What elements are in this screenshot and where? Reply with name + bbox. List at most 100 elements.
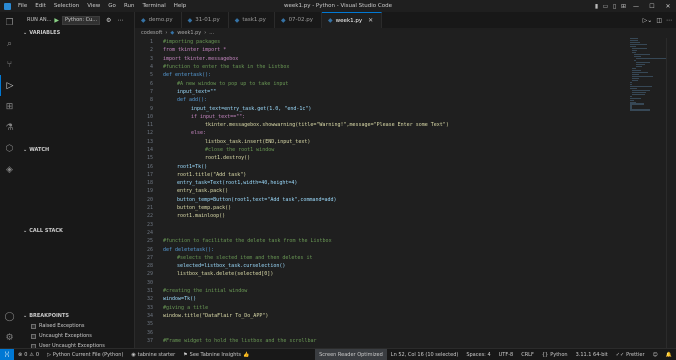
python-version[interactable]: 3.11.1 64-bit (572, 352, 612, 358)
tab-task1-py[interactable]: ◆ task1.py (228, 12, 275, 28)
more-actions-icon[interactable]: ⋯ (117, 17, 123, 24)
more-actions-icon[interactable]: ⋯ (666, 17, 672, 24)
variables-header[interactable]: ⌄ VARIABLES (19, 28, 135, 38)
code-line[interactable]: 32 window=Tk() (135, 295, 625, 303)
toggle-secondary-sidebar-icon[interactable]: ▯ (610, 0, 619, 12)
code-line[interactable]: 10 if input_text=="": (135, 113, 625, 121)
menu-item-view[interactable]: View (83, 0, 104, 12)
vertical-scrollbar[interactable] (666, 38, 676, 348)
menu-item-terminal[interactable]: Terminal (138, 0, 169, 12)
debug-config-status[interactable]: ▷ Python Current File (Python) (43, 352, 127, 358)
code-line[interactable]: 27 #selects the slected item and then del… (135, 254, 625, 262)
code-line[interactable]: 5 def entertask(): (135, 71, 625, 79)
tab-07-02-py[interactable]: ◆ 07-02.py (274, 12, 323, 28)
debug-config-select[interactable]: Python: Cu... (62, 15, 101, 25)
breakpoint-raised-exceptions[interactable]: Raised Exceptions (19, 321, 135, 331)
code-line[interactable]: 8 def add(): (135, 96, 625, 104)
search-icon[interactable]: ⌕ (0, 33, 19, 54)
code-line[interactable]: 24 (135, 229, 625, 237)
code-line[interactable]: 37 #Frame widget to hold the listbox and … (135, 337, 625, 345)
code-line[interactable]: 22 root1.mainloop() (135, 212, 625, 220)
code-editor[interactable]: 1 #importing packages 2 from tkinter import… (135, 38, 625, 348)
code-line[interactable]: 4 #function to enter the task in the List… (135, 63, 625, 71)
code-line[interactable]: 17 root1.title("Add task") (135, 171, 625, 179)
code-line[interactable]: 23 (135, 221, 625, 229)
code-line[interactable]: 7 input_text="" (135, 88, 625, 96)
breadcrumb-folder[interactable]: codesoft (141, 30, 162, 36)
code-line[interactable]: 20 button_temp=Button(root1,text="Add tas… (135, 196, 625, 204)
minimap[interactable] (630, 38, 669, 111)
encoding-status[interactable]: UTF-8 (495, 352, 518, 358)
watch-header[interactable]: ⌄ WATCH (19, 145, 135, 155)
testing-icon[interactable]: ⚗ (0, 117, 19, 138)
code-line[interactable]: 21 button_temp.pack() (135, 204, 625, 212)
code-line[interactable]: 35 (135, 320, 625, 328)
code-line[interactable]: 26 def deletetask(): (135, 245, 625, 253)
tabnine-insights[interactable]: ⚑ See Tabnine Insights 👍 (179, 352, 253, 358)
toggle-primary-sidebar-icon[interactable]: ▮ (592, 0, 601, 12)
breakpoint-uncaught-exceptions[interactable]: Uncaught Exceptions (19, 331, 135, 341)
maximize-button[interactable]: ☐ (644, 0, 660, 12)
breakpoints-header[interactable]: ⌄ BREAKPOINTS (19, 311, 135, 321)
code-line[interactable]: 11 tkinter.messagebox.showwarning(title="… (135, 121, 625, 129)
screen-reader-status[interactable]: Screen Reader Optimized (315, 349, 387, 360)
toggle-panel-icon[interactable]: ▭ (601, 0, 610, 12)
menu-item-go[interactable]: Go (104, 0, 120, 12)
eol-status[interactable]: CRLF (517, 352, 538, 358)
code-line[interactable]: 6 #A new window to pop up to take input (135, 79, 625, 87)
code-line[interactable]: 33 #giving a title (135, 304, 625, 312)
code-line[interactable]: 30 (135, 279, 625, 287)
checkbox[interactable] (31, 333, 36, 339)
prettier-status[interactable]: ✓✓ Prettier (612, 352, 649, 358)
close-window-button[interactable]: ✕ (660, 0, 676, 12)
code-line[interactable]: 16 root1=Tk() (135, 162, 625, 170)
tab-31-01-py[interactable]: ◆ 31-01.py (181, 12, 229, 28)
remote-indicator-icon[interactable]: ⟩⟨ (0, 348, 14, 360)
notifications-bell-icon[interactable]: 🔔 (662, 352, 676, 358)
run-python-file-icon[interactable]: ▷⌄ (643, 17, 653, 24)
extensions-icon[interactable]: ⊞ (0, 96, 19, 117)
tab-demo-py[interactable]: ◆ demo.py (135, 12, 182, 28)
feedback-icon[interactable]: ☺ (649, 352, 662, 358)
menu-item-help[interactable]: Help (170, 0, 191, 12)
code-line[interactable]: 14 #close the root1 window (135, 146, 625, 154)
language-mode[interactable]: {} Python (538, 352, 572, 358)
tab-week1-py[interactable]: ◆ week1.py ✕ (322, 12, 383, 28)
account-icon[interactable]: ◯ (0, 306, 19, 327)
code-line[interactable]: 34 window.title("DataFlair To_Do_APP") (135, 312, 625, 320)
minimize-button[interactable]: — (628, 0, 644, 12)
breadcrumb-tail[interactable]: ... (209, 30, 214, 36)
split-editor-icon[interactable]: ◫ (656, 17, 662, 24)
code-line[interactable]: 29 listbox_task.delete(selected[0]) (135, 270, 625, 278)
call-stack-header[interactable]: ⌄ CALL STACK (19, 226, 135, 236)
tabnine-status[interactable]: ◉ tabnine starter (127, 352, 179, 358)
close-tab-icon[interactable]: ✕ (368, 17, 373, 24)
cursor-position[interactable]: Ln 52, Col 16 (10 selected) (387, 352, 463, 358)
start-debugging-icon[interactable]: ▶ (54, 17, 59, 24)
checkbox[interactable] (31, 323, 36, 329)
code-line[interactable]: 25 #function to facilitate the delete tas… (135, 237, 625, 245)
code-line[interactable]: 15 root1.destroy() (135, 154, 625, 162)
open-launch-json-icon[interactable]: ⚙ (106, 17, 111, 24)
code-line[interactable]: 1 #importing packages (135, 38, 625, 46)
code-line[interactable]: 31 #creating the initial window (135, 287, 625, 295)
code-line[interactable]: 28 selected=listbox_task.curselection() (135, 262, 625, 270)
code-line[interactable]: 3 import tkinter.messagebox (135, 55, 625, 63)
source-control-icon[interactable]: ⑂ (0, 54, 19, 75)
settings-gear-icon[interactable]: ⚙ (0, 327, 19, 348)
code-line[interactable]: 2 from tkinter import * (135, 46, 625, 54)
code-line[interactable]: 19 entry_task.pack() (135, 187, 625, 195)
code-line[interactable]: 18 entry_task=Text(root1,width=40,height=… (135, 179, 625, 187)
problems-indicator[interactable]: ⊗ 0 ⚠ 0 (14, 352, 43, 358)
menu-item-selection[interactable]: Selection (50, 0, 83, 12)
breadcrumb-file[interactable]: week1.py (177, 30, 201, 36)
code-line[interactable]: 9 input_text=entry_task.get(1.0, "end-1c"… (135, 104, 625, 112)
code-line[interactable]: 36 (135, 328, 625, 336)
indentation-status[interactable]: Spaces: 4 (462, 352, 494, 358)
run-debug-icon[interactable]: ▷ (0, 75, 19, 96)
explorer-icon[interactable]: ❐ (0, 12, 19, 33)
menu-item-file[interactable]: File (14, 0, 31, 12)
customize-layout-icon[interactable]: ⊞ (619, 0, 628, 12)
code-line[interactable]: 12 else: (135, 129, 625, 137)
menu-item-edit[interactable]: Edit (31, 0, 50, 12)
